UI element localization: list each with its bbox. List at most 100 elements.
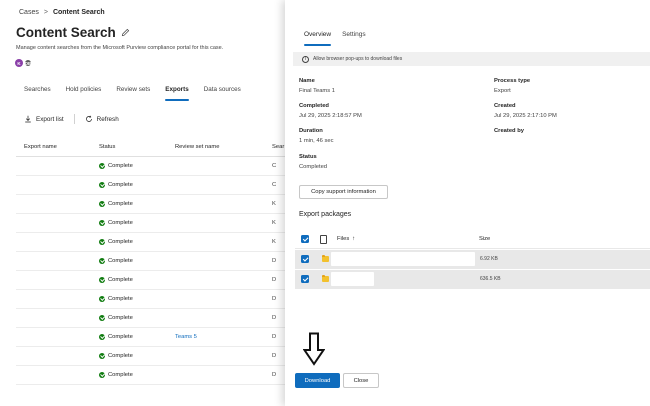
success-check-icon	[99, 353, 105, 359]
exports-grid-body: Complete C Complete C Complete K Complete K Comp…	[16, 157, 286, 385]
search-cell: D	[272, 277, 277, 283]
field-duration: Duration 1 min, 46 sec	[299, 128, 333, 144]
search-cell: D	[272, 334, 277, 340]
avatar[interactable]: K	[15, 59, 23, 67]
search-cell: D	[272, 258, 277, 264]
status-text: Complete	[108, 201, 133, 207]
refresh-button[interactable]: Refresh	[85, 115, 119, 123]
breadcrumb-cases[interactable]: Cases	[19, 9, 39, 16]
avatar[interactable]: DB	[24, 59, 32, 67]
folder-icon	[322, 274, 329, 282]
download-icon	[25, 115, 31, 123]
package-row[interactable]: 6.92 KB	[295, 250, 650, 269]
success-check-icon	[99, 239, 105, 245]
table-row[interactable]: Complete Teams 5 D	[16, 328, 286, 347]
status-cell: Complete	[99, 353, 133, 359]
status-text: Complete	[108, 334, 133, 340]
field-label: Completed	[299, 103, 329, 109]
table-row[interactable]: Complete C	[16, 176, 286, 195]
export-packages-title: Export packages	[299, 211, 352, 218]
status-cell: Complete	[99, 163, 133, 169]
packages-header-row: Files ↑ Size	[295, 230, 650, 249]
success-check-icon	[99, 201, 105, 207]
review-set-link[interactable]: Teams 5	[175, 334, 197, 340]
column-header-search[interactable]: Sear	[272, 144, 284, 150]
field-label: Duration	[299, 128, 323, 134]
table-row[interactable]: Complete C	[16, 157, 286, 176]
field-created: Created Jul 29, 2025 2:17:10 PM	[494, 103, 557, 119]
popup-message-text: Allow browser pop-ups to download files	[313, 56, 403, 62]
download-button[interactable]: Download	[295, 373, 340, 388]
field-value: Jul 29, 2025 2:18:57 PM	[299, 113, 362, 119]
files-header-label: Files	[337, 236, 350, 242]
table-row[interactable]: Complete K	[16, 214, 286, 233]
field-label: Created by	[494, 128, 524, 134]
export-list-button[interactable]: Export list	[24, 115, 64, 123]
table-row[interactable]: Complete K	[16, 233, 286, 252]
tab-searches[interactable]: Searches	[24, 86, 51, 98]
table-row[interactable]: Complete D	[16, 271, 286, 290]
success-check-icon	[99, 163, 105, 169]
column-header-size[interactable]: Size	[479, 236, 490, 242]
tab-data-sources[interactable]: Data sources	[204, 86, 241, 98]
table-row[interactable]: Complete D	[16, 252, 286, 271]
case-tabs: Searches Hold policies Review sets Expor…	[24, 86, 256, 101]
field-process-type: Process type Export	[494, 78, 530, 94]
arrow-down-icon	[303, 332, 325, 366]
success-check-icon	[99, 220, 105, 226]
search-cell: C	[272, 163, 277, 169]
field-label: Name	[299, 78, 315, 84]
table-row[interactable]: Complete D	[16, 290, 286, 309]
field-created-by: Created by	[494, 128, 524, 138]
status-text: Complete	[108, 220, 133, 226]
table-row[interactable]: Complete D	[16, 347, 286, 366]
page-title-text: Content Search	[16, 25, 116, 40]
file-name-redacted	[331, 252, 475, 266]
export-packages-table: Files ↑ Size 6.92 KB 636.5 KB	[295, 230, 650, 289]
tab-overview[interactable]: Overview	[304, 31, 332, 46]
field-label: Status	[299, 154, 317, 160]
package-row[interactable]: 636.5 KB	[295, 270, 650, 289]
row-checkbox[interactable]	[301, 255, 309, 263]
status-cell: Complete	[99, 239, 133, 245]
field-value: 1 min, 46 sec	[299, 138, 334, 144]
column-header-export-name[interactable]: Export name	[24, 144, 57, 150]
success-check-icon	[99, 334, 105, 340]
status-cell: Complete	[99, 334, 133, 340]
page-subtitle: Manage content searches from the Microso…	[16, 45, 224, 51]
field-label: Created	[494, 103, 516, 109]
table-row[interactable]: Complete D	[16, 309, 286, 328]
column-header-status[interactable]: Status	[99, 144, 115, 150]
field-value: Jul 29, 2025 2:17:10 PM	[494, 113, 557, 119]
search-cell: K	[272, 201, 276, 207]
status-cell: Complete	[99, 372, 133, 378]
success-check-icon	[99, 277, 105, 283]
table-row[interactable]: Complete K	[16, 195, 286, 214]
breadcrumb: Cases > Content Search	[19, 9, 105, 16]
pencil-icon[interactable]	[121, 28, 130, 37]
copy-support-info-button[interactable]: Copy support information	[299, 185, 388, 199]
search-cell: D	[272, 296, 277, 302]
column-header-review-set[interactable]: Review set name	[175, 144, 219, 150]
export-list-label: Export list	[36, 115, 64, 123]
tab-exports[interactable]: Exports	[165, 86, 190, 101]
status-text: Complete	[108, 163, 133, 169]
table-row[interactable]: Complete D	[16, 366, 286, 385]
success-check-icon	[99, 258, 105, 264]
field-value: Final Teams 1	[299, 88, 335, 94]
select-all-checkbox[interactable]	[301, 235, 309, 243]
folder-icon	[322, 254, 329, 262]
field-value: Export	[494, 88, 511, 94]
tab-settings[interactable]: Settings	[342, 31, 366, 42]
popup-message-bar: i Allow browser pop-ups to download file…	[293, 52, 650, 66]
status-text: Complete	[108, 277, 133, 283]
success-check-icon	[99, 296, 105, 302]
row-checkbox[interactable]	[301, 275, 309, 283]
tab-hold-policies[interactable]: Hold policies	[66, 86, 102, 98]
tab-review-sets[interactable]: Review sets	[116, 86, 150, 98]
column-header-files[interactable]: Files ↑	[337, 236, 355, 242]
exports-toolbar: Export list Refresh	[24, 114, 119, 124]
status-cell: Complete	[99, 296, 133, 302]
breadcrumb-current: Content Search	[52, 9, 105, 16]
close-button[interactable]: Close	[343, 373, 379, 388]
